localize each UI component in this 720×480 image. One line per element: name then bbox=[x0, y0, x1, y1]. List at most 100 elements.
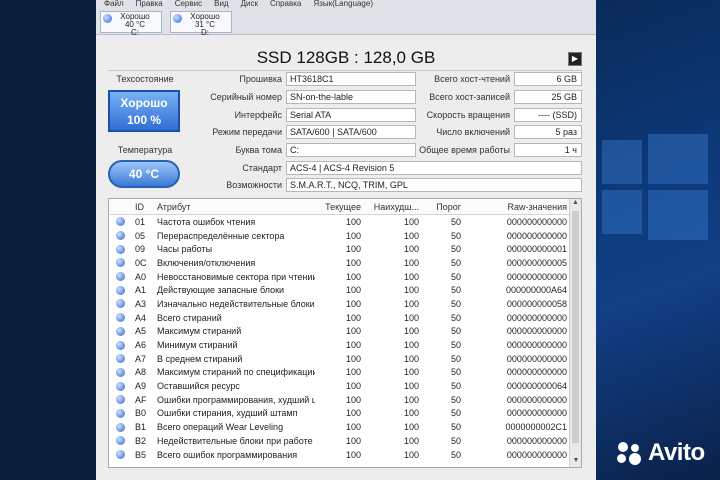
status-good-icon bbox=[109, 436, 131, 446]
host-writes-label: Всего хост-записей bbox=[429, 92, 510, 102]
row-attribute: Максимум стираний bbox=[157, 326, 242, 337]
status-good-icon bbox=[109, 231, 131, 241]
windows-logo-pane bbox=[648, 134, 708, 184]
row-worst: 100 bbox=[403, 271, 419, 282]
row-current: 100 bbox=[345, 257, 361, 268]
table-row[interactable]: A7 В среднем стираний 100 100 50 000000000000 bbox=[109, 352, 581, 366]
health-status: Хорошо bbox=[120, 96, 168, 110]
row-worst: 100 bbox=[403, 230, 419, 241]
row-current: 100 bbox=[345, 422, 361, 433]
row-attribute: Всего ошибок программирования bbox=[157, 449, 298, 460]
row-current: 100 bbox=[345, 449, 361, 460]
row-id: A9 bbox=[135, 381, 147, 392]
menu-service[interactable]: Сервис bbox=[175, 0, 202, 9]
row-attribute: Перераспределённые сектора bbox=[157, 230, 285, 241]
row-attribute: Ошибки стирания, худший штамп bbox=[157, 408, 298, 419]
features-value: S.M.A.R.T., NCQ, TRIM, GPL bbox=[286, 178, 582, 192]
scroll-down-icon[interactable]: ▼ bbox=[570, 457, 581, 467]
power-count-value: 5 раз bbox=[514, 125, 582, 139]
status-good-icon bbox=[109, 408, 131, 418]
crystaldiskinfo-window: Файл Правка Сервис Вид Диск Справка Язык… bbox=[96, 0, 596, 480]
drive-button-c[interactable]: Хорошо 40 °C C: bbox=[100, 11, 162, 37]
menu-disk[interactable]: Диск bbox=[241, 0, 258, 9]
table-row[interactable]: A1 Действующие запасные блоки 100 100 50 0000… bbox=[109, 283, 581, 297]
row-threshold: 50 bbox=[450, 298, 461, 309]
smart-attributes-table[interactable]: ID Атрибут Текущее Наихудш... Порог Raw-… bbox=[108, 198, 582, 468]
row-threshold: 50 bbox=[450, 326, 461, 337]
power-hours-label: Общее время работы bbox=[419, 145, 510, 155]
table-row[interactable]: A4 Всего стираний 100 100 50 000000000000 bbox=[109, 311, 581, 325]
menu-bar: Файл Правка Сервис Вид Диск Справка Язык… bbox=[96, 0, 596, 9]
status-good-icon bbox=[109, 285, 131, 295]
firmware-value: HT3618C1 bbox=[286, 72, 416, 86]
table-row[interactable]: A0 Невосстановимые сектора при чтении/за.… bbox=[109, 270, 581, 284]
table-row[interactable]: A6 Минимум стираний 100 100 50 000000000000 bbox=[109, 338, 581, 352]
table-row[interactable]: A8 Максимум стираний по спецификации 100 10… bbox=[109, 366, 581, 380]
table-row[interactable]: A9 Оставшийся ресурс 100 100 50 000000000064 bbox=[109, 379, 581, 393]
scroll-thumb[interactable] bbox=[572, 211, 579, 443]
row-current: 100 bbox=[345, 435, 361, 446]
table-row[interactable]: AF Ошибки программирования, худший шта...… bbox=[109, 393, 581, 407]
next-disk-button[interactable]: ▶ bbox=[568, 52, 582, 66]
table-row[interactable]: B0 Ошибки стирания, худший штамп 100 100 50 0… bbox=[109, 407, 581, 421]
table-row[interactable]: 01 Частота ошибок чтения 100 100 50 000000000… bbox=[109, 215, 581, 229]
row-worst: 100 bbox=[403, 394, 419, 405]
firmware-label: Прошивка bbox=[239, 74, 282, 84]
table-row[interactable]: 05 Перераспределённые сектора 100 100 50 0000… bbox=[109, 229, 581, 243]
desktop-background bbox=[596, 0, 720, 480]
header-current[interactable]: Текущее bbox=[315, 202, 361, 212]
row-current: 100 bbox=[345, 381, 361, 392]
windows-logo-pane bbox=[602, 140, 642, 184]
health-percent: 100 % bbox=[126, 113, 162, 127]
row-threshold: 50 bbox=[450, 285, 461, 296]
row-threshold: 50 bbox=[450, 422, 461, 433]
table-row[interactable]: A5 Максимум стираний 100 100 50 000000000000 bbox=[109, 325, 581, 339]
menu-view[interactable]: Вид bbox=[214, 0, 228, 9]
table-row[interactable]: A3 Изначально недействительные блоки 100 10… bbox=[109, 297, 581, 311]
table-scrollbar[interactable]: ▲ ▼ bbox=[569, 199, 581, 467]
table-header: ID Атрибут Текущее Наихудш... Порог Raw-… bbox=[109, 199, 581, 215]
drive-button-d[interactable]: Хорошо 31 °C D: bbox=[170, 11, 232, 37]
table-row[interactable]: B5 Всего ошибок программирования 100 100 50 0… bbox=[109, 448, 581, 462]
menu-language[interactable]: Язык(Language) bbox=[313, 0, 373, 9]
temperature-value: 40 °C bbox=[108, 160, 180, 188]
row-current: 100 bbox=[345, 353, 361, 364]
status-good-icon bbox=[109, 299, 131, 309]
row-current: 100 bbox=[345, 230, 361, 241]
header-id[interactable]: ID bbox=[131, 202, 155, 212]
menu-file[interactable]: Файл bbox=[104, 0, 124, 9]
table-row[interactable]: 0C Включения/отключения 100 100 50 0000000000… bbox=[109, 256, 581, 270]
rotation-value: ---- (SSD) bbox=[514, 108, 582, 122]
menu-edit[interactable]: Правка bbox=[136, 0, 163, 9]
row-id: 09 bbox=[135, 244, 146, 255]
row-threshold: 50 bbox=[450, 244, 461, 255]
header-raw[interactable]: Raw-значения bbox=[461, 202, 569, 212]
row-id: 0C bbox=[135, 257, 147, 268]
row-id: A0 bbox=[135, 271, 147, 282]
health-status-box[interactable]: Хорошо 100 % bbox=[108, 90, 180, 132]
row-worst: 100 bbox=[403, 381, 419, 392]
status-good-icon bbox=[173, 14, 182, 23]
row-attribute: Оставшийся ресурс bbox=[157, 381, 240, 392]
table-row[interactable]: 09 Часы работы 100 100 50 000000000001 bbox=[109, 242, 581, 256]
row-id: A5 bbox=[135, 326, 147, 337]
header-attribute[interactable]: Атрибут bbox=[155, 202, 315, 212]
row-raw: 000000000000 bbox=[506, 340, 567, 351]
volume-label: Буква тома bbox=[235, 145, 282, 155]
title-divider bbox=[108, 70, 582, 71]
table-row[interactable]: B2 Недействительные блоки при работе 100 10… bbox=[109, 434, 581, 448]
row-threshold: 50 bbox=[450, 216, 461, 227]
row-worst: 100 bbox=[403, 340, 419, 351]
header-threshold[interactable]: Порог bbox=[419, 202, 461, 212]
table-row[interactable]: B1 Всего операций Wear Leveling 100 100 50 00… bbox=[109, 420, 581, 434]
status-good-icon bbox=[109, 422, 131, 432]
header-worst[interactable]: Наихудш... bbox=[361, 202, 419, 212]
row-id: A3 bbox=[135, 298, 147, 309]
row-attribute: Включения/отключения bbox=[157, 257, 256, 268]
menu-help[interactable]: Справка bbox=[270, 0, 301, 9]
host-writes-value: 25 GB bbox=[514, 90, 582, 104]
windows-logo-pane bbox=[602, 190, 642, 234]
row-threshold: 50 bbox=[450, 340, 461, 351]
row-id: A8 bbox=[135, 367, 147, 378]
scroll-up-icon[interactable]: ▲ bbox=[570, 199, 581, 209]
